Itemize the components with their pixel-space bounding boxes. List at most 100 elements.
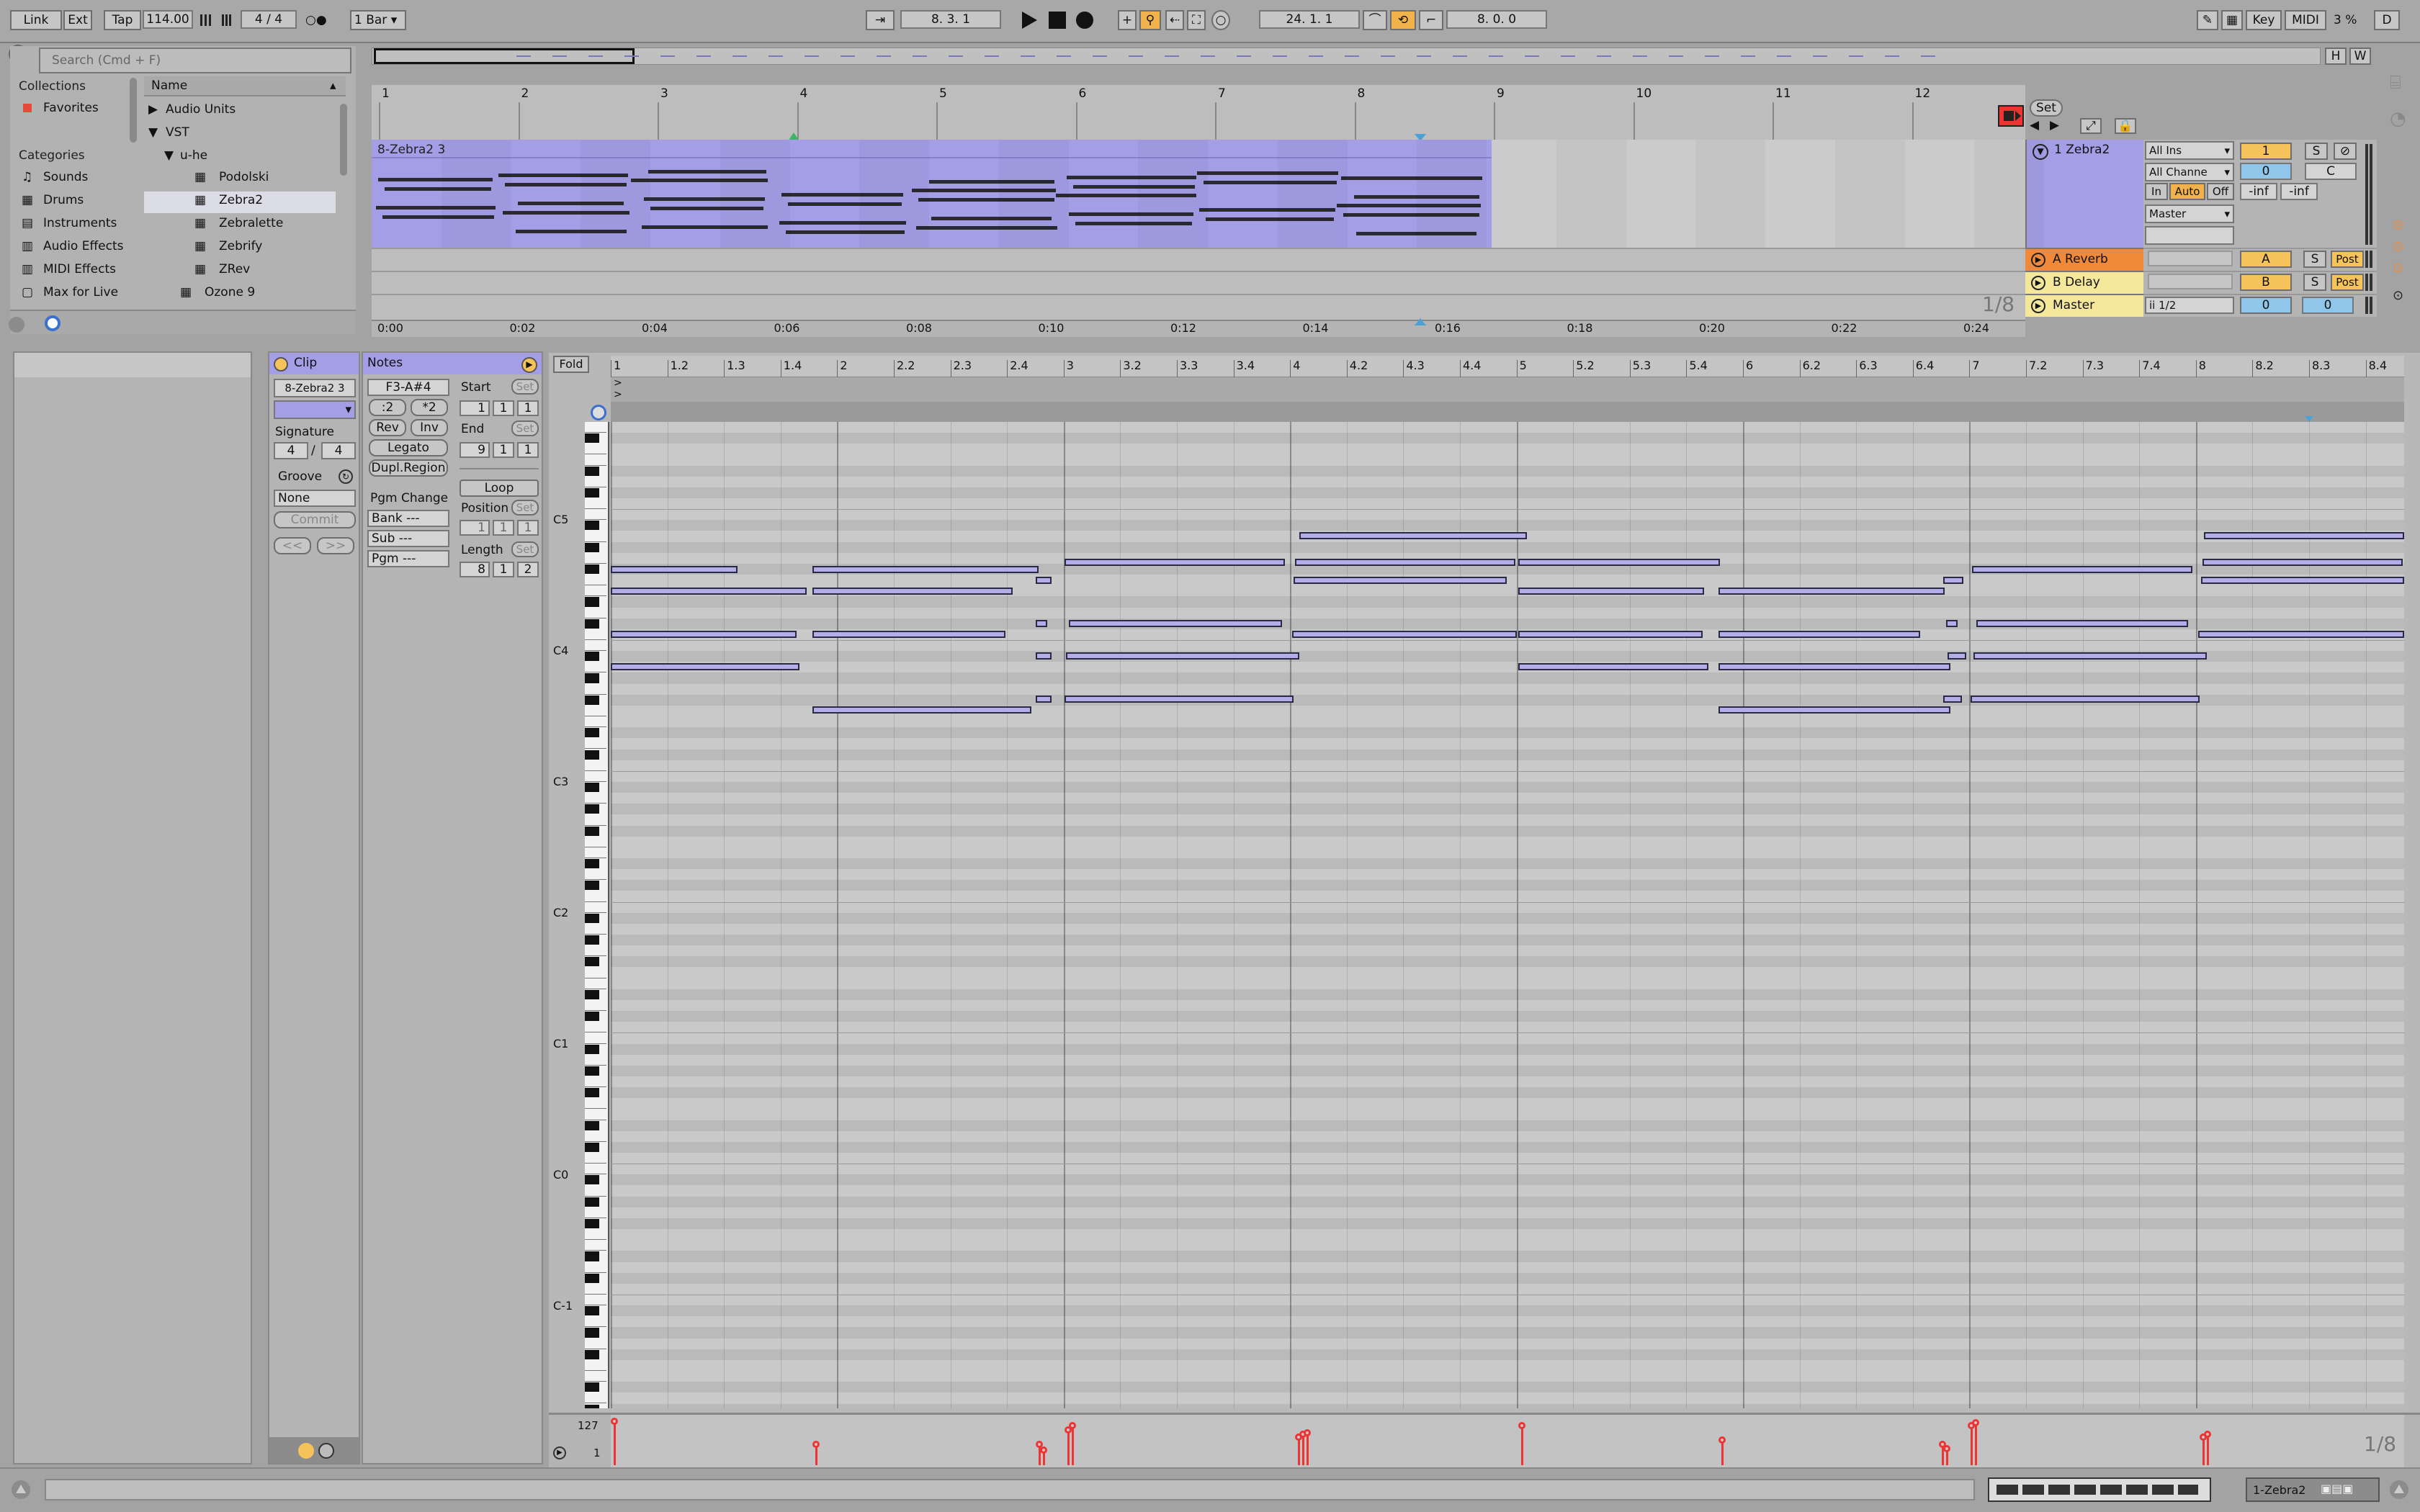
- white-key[interactable]: [585, 1054, 606, 1066]
- program-field[interactable]: Pgm ---: [367, 550, 449, 567]
- punch-out-button[interactable]: ⌐: [1419, 10, 1443, 30]
- velocity-handle[interactable]: [1972, 1419, 1979, 1426]
- favorites-item[interactable]: Favorites: [43, 101, 99, 115]
- white-key[interactable]: [585, 1032, 606, 1044]
- position-beat-field[interactable]: 1: [493, 520, 514, 536]
- midi-note[interactable]: [1066, 652, 1299, 660]
- next-clip-button[interactable]: >>: [317, 537, 354, 554]
- black-key[interactable]: [585, 881, 599, 891]
- velocity-stem[interactable]: [1521, 1425, 1523, 1465]
- tree-item-zebralette[interactable]: Zebralette: [219, 216, 283, 230]
- loop-switch-button[interactable]: ⟲: [1390, 10, 1416, 30]
- sidebar-scrollbar[interactable]: [130, 78, 137, 143]
- mixer-toggle-icon[interactable]: ⊙: [2393, 261, 2403, 276]
- white-key[interactable]: [585, 836, 606, 847]
- loop-start-field[interactable]: 24. 1. 1: [1259, 10, 1360, 29]
- white-key[interactable]: [585, 901, 606, 913]
- velocity-handle[interactable]: [1518, 1422, 1525, 1429]
- track-name[interactable]: 1 Zebra2: [2054, 143, 2110, 157]
- black-key[interactable]: [585, 487, 599, 498]
- position-set-button[interactable]: Set: [511, 500, 539, 516]
- lock-icon[interactable]: 🔒: [2115, 118, 2136, 134]
- black-key[interactable]: [585, 957, 599, 967]
- arm-button[interactable]: ⊘: [2334, 143, 2357, 160]
- input-type-select[interactable]: All Ins ▾: [2145, 141, 2234, 160]
- master-volume-field[interactable]: 0: [2302, 297, 2354, 314]
- white-key[interactable]: [585, 1207, 606, 1218]
- midi-map-button[interactable]: MIDI: [2285, 10, 2326, 30]
- next-locator-icon[interactable]: ▶: [2050, 118, 2059, 132]
- envelope-box-icon[interactable]: [318, 1443, 334, 1459]
- black-key[interactable]: [585, 695, 599, 705]
- tree-item-vst[interactable]: VST: [166, 125, 189, 140]
- black-key[interactable]: [585, 750, 599, 760]
- volume-field[interactable]: 0: [2240, 163, 2292, 180]
- expand-icon[interactable]: ▶: [148, 102, 158, 117]
- collapse-icon[interactable]: ▼: [164, 148, 174, 163]
- signature-denominator[interactable]: 4: [321, 442, 356, 459]
- end-set-button[interactable]: Set: [511, 420, 539, 436]
- loop-length-field[interactable]: 8. 0. 0: [1446, 10, 1547, 29]
- white-key[interactable]: [585, 1164, 606, 1175]
- white-key[interactable]: [585, 793, 606, 804]
- white-key[interactable]: [585, 1076, 606, 1088]
- midi-note[interactable]: [1943, 696, 1962, 703]
- black-key[interactable]: [585, 1142, 599, 1153]
- return-fold-icon[interactable]: ▶: [2031, 253, 2045, 267]
- invert-button[interactable]: Inv: [411, 419, 448, 436]
- velocity-stem[interactable]: [1975, 1422, 1977, 1465]
- length-set-button[interactable]: Set: [511, 541, 539, 557]
- velocity-stem[interactable]: [614, 1421, 616, 1465]
- white-key[interactable]: [585, 945, 606, 957]
- track-activator-button[interactable]: 1: [2240, 143, 2292, 160]
- midi-note[interactable]: [1299, 532, 1527, 539]
- white-key[interactable]: [585, 1185, 606, 1197]
- velocity-stem[interactable]: [1307, 1432, 1309, 1465]
- black-key[interactable]: [585, 1175, 599, 1185]
- detail-view-toggle-icon[interactable]: [2388, 1479, 2410, 1500]
- midi-note[interactable]: [1943, 577, 1963, 584]
- category-audio-effects[interactable]: Audio Effects: [43, 239, 124, 253]
- tap-tempo-button[interactable]: Tap: [104, 10, 141, 30]
- pan-field[interactable]: C: [2305, 163, 2357, 180]
- midi-note[interactable]: [611, 566, 738, 573]
- master-lane[interactable]: [372, 294, 2025, 320]
- halve-button[interactable]: :2: [369, 399, 406, 416]
- midi-note[interactable]: [2202, 559, 2403, 566]
- midi-note[interactable]: [1036, 696, 1052, 703]
- status-track-selector[interactable]: 1-Zebra2 ▣▤▣: [2246, 1477, 2380, 1502]
- note-editor[interactable]: [611, 422, 2404, 1408]
- white-key[interactable]: [585, 607, 606, 618]
- black-key[interactable]: [585, 1251, 599, 1261]
- solo-button[interactable]: S: [2305, 143, 2328, 160]
- white-key[interactable]: [585, 1261, 606, 1273]
- end-sixteenth-field[interactable]: 1: [517, 442, 539, 458]
- white-key[interactable]: [585, 760, 606, 771]
- launch-box-icon[interactable]: [298, 1443, 314, 1459]
- return-track-header[interactable]: ▶ A Reverb: [2025, 248, 2143, 271]
- midi-note[interactable]: [812, 631, 1005, 638]
- black-key[interactable]: [585, 564, 599, 575]
- tree-item-zrev[interactable]: ZRev: [219, 262, 250, 276]
- length-bar-field[interactable]: 8: [460, 562, 490, 577]
- return-track-header[interactable]: ▶ B Delay: [2025, 271, 2143, 294]
- white-key[interactable]: [585, 683, 606, 695]
- position-bar-field[interactable]: 1: [460, 520, 490, 536]
- white-key[interactable]: [585, 509, 606, 521]
- white-key[interactable]: [585, 531, 606, 542]
- midi-note[interactable]: [1973, 652, 2207, 660]
- link-button[interactable]: Link: [10, 10, 62, 30]
- white-key[interactable]: [585, 422, 606, 433]
- preview-icon[interactable]: [45, 315, 60, 331]
- black-key[interactable]: [585, 542, 599, 552]
- fit-icon[interactable]: ⤢: [2080, 118, 2102, 134]
- velocity-handle[interactable]: [1718, 1436, 1726, 1444]
- midi-note[interactable]: [1294, 577, 1507, 584]
- midi-note[interactable]: [1976, 620, 2188, 627]
- white-key[interactable]: [585, 1022, 606, 1033]
- velocity-stem[interactable]: [1072, 1425, 1074, 1465]
- return-output-select[interactable]: [2148, 274, 2233, 289]
- return-track-name[interactable]: Master: [2053, 298, 2094, 312]
- return-activator-button[interactable]: B: [2240, 274, 2292, 291]
- return-output-select[interactable]: [2148, 251, 2233, 266]
